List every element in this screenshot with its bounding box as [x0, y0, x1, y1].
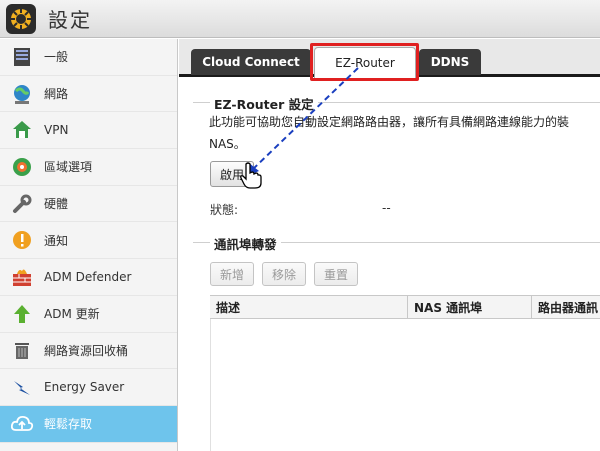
- vpn-icon: [10, 118, 34, 142]
- firewall-icon: [10, 265, 34, 289]
- region-icon: [10, 155, 34, 179]
- sidebar-item-hardware[interactable]: 硬體: [0, 186, 177, 223]
- remove-button[interactable]: 移除: [262, 262, 306, 286]
- server-icon: [10, 45, 34, 69]
- wrench-icon: [10, 192, 34, 216]
- title-bar: 設定: [0, 0, 600, 38]
- reset-button[interactable]: 重置: [314, 262, 358, 286]
- globe-icon: [10, 82, 34, 106]
- sidebar-item-label: Energy Saver: [44, 380, 125, 395]
- alert-icon: [10, 228, 34, 252]
- lightning-icon: [10, 375, 34, 399]
- sidebar-item-label: 網路資源回收桶: [44, 343, 129, 358]
- sidebar: 一般 網路 VPN 區域選項 硬體 通知 ADM Defender ADM 更新…: [0, 39, 178, 451]
- ezrouter-description-tail: NAS。: [209, 137, 246, 151]
- port-table-header: 描述 NAS 通訊埠 路由器通訊: [210, 295, 600, 319]
- column-header-nas-port[interactable]: NAS 通訊埠: [408, 296, 532, 318]
- sidebar-item-recycle-bin[interactable]: 網路資源回收桶: [0, 333, 177, 370]
- port-forwarding-section-title: 通訊埠轉發: [210, 234, 281, 253]
- sidebar-item-label: ADM Defender: [44, 269, 132, 284]
- sidebar-item-easy-access[interactable]: 輕鬆存取: [0, 405, 177, 443]
- sidebar-item-label: 輕鬆存取: [44, 417, 93, 432]
- sidebar-item-label: 區域選項: [44, 160, 93, 175]
- sidebar-item-label: 網路: [44, 87, 69, 102]
- sidebar-item-general[interactable]: 一般: [0, 39, 177, 76]
- tab-cloud-connect[interactable]: Cloud Connect: [191, 49, 311, 75]
- status-value: --: [382, 201, 391, 215]
- add-button[interactable]: 新增: [210, 262, 254, 286]
- column-header-description[interactable]: 描述: [210, 296, 408, 318]
- tab-ez-router[interactable]: EZ-Router: [314, 47, 416, 78]
- sidebar-item-energy-saver[interactable]: Energy Saver: [0, 369, 177, 406]
- hand-cursor-icon: [240, 162, 262, 189]
- sidebar-item-vpn[interactable]: VPN: [0, 112, 177, 150]
- trash-icon: [10, 338, 34, 362]
- tab-bar: Cloud Connect EZ-Router DDNS: [179, 39, 600, 81]
- port-table-body: [210, 319, 600, 451]
- window-title: 設定: [48, 8, 92, 32]
- sidebar-item-label: ADM 更新: [44, 307, 100, 322]
- status-label: 狀態:: [210, 203, 239, 217]
- sidebar-item-adm-defender[interactable]: ADM Defender: [0, 259, 177, 296]
- cloud-icon: [10, 412, 34, 436]
- sidebar-item-label: 一般: [44, 50, 69, 65]
- sidebar-item-label: 硬體: [44, 197, 69, 212]
- sidebar-item-region[interactable]: 區域選項: [0, 149, 177, 186]
- sidebar-item-notification[interactable]: 通知: [0, 222, 177, 260]
- sidebar-item-label: VPN: [44, 123, 69, 138]
- settings-gear-icon: [6, 3, 36, 34]
- tab-ddns[interactable]: DDNS: [419, 49, 481, 75]
- up-arrow-icon: [10, 302, 34, 326]
- sidebar-item-adm-update[interactable]: ADM 更新: [0, 296, 177, 333]
- column-header-router-port[interactable]: 路由器通訊: [532, 296, 600, 318]
- ezrouter-section-title: EZ-Router 設定: [210, 94, 318, 113]
- sidebar-item-label: 通知: [44, 233, 69, 248]
- ezrouter-description: 此功能可協助您自動設定網路路由器，讓所有具備網路連線能力的裝: [209, 115, 570, 129]
- sidebar-item-network[interactable]: 網路: [0, 76, 177, 113]
